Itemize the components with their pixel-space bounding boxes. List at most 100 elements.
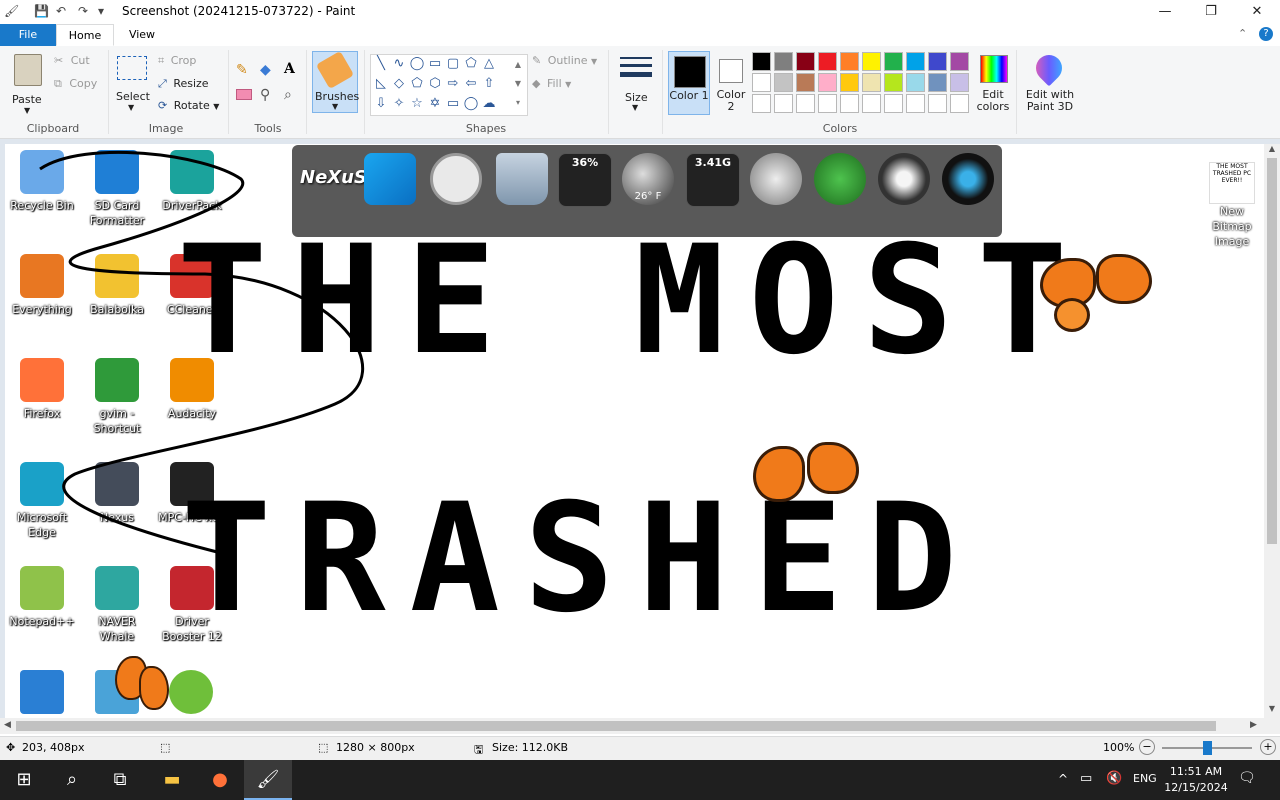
callout-oval-icon[interactable]: ◯ [463, 97, 479, 111]
crop-button[interactable]: ⌗ Crop [158, 54, 196, 68]
palette-color-swatch[interactable] [862, 94, 881, 113]
palette-color-swatch[interactable] [774, 73, 793, 92]
clock[interactable]: 11:51 AM 12/15/2024 [1164, 764, 1228, 796]
redo-icon[interactable]: ↷ [78, 4, 88, 18]
right-arrow-icon[interactable]: ⇨ [445, 77, 461, 91]
tab-file[interactable]: File [0, 24, 56, 46]
six-point-star-icon[interactable]: ✡ [427, 97, 443, 111]
maximize-button[interactable]: ❐ [1188, 0, 1234, 24]
edit-with-paint3d-button[interactable]: Edit with Paint 3D [1022, 49, 1078, 115]
palette-color-swatch[interactable] [862, 52, 881, 71]
palette-color-swatch[interactable] [906, 73, 925, 92]
line-icon[interactable]: ╲ [373, 57, 389, 71]
tab-home[interactable]: Home [56, 24, 114, 46]
help-icon[interactable]: ? [1259, 27, 1273, 41]
palette-color-swatch[interactable] [928, 94, 947, 113]
palette-color-swatch[interactable] [840, 73, 859, 92]
palette-color-swatch[interactable] [906, 52, 925, 71]
scroll-up-icon[interactable]: ▲ [1266, 144, 1278, 153]
collapse-ribbon-icon[interactable]: ⌃ [1238, 27, 1247, 40]
rotate-button[interactable]: ⟳ Rotate ▼ [158, 99, 219, 112]
cpu-meter[interactable]: 36% [558, 153, 612, 207]
palette-color-swatch[interactable] [752, 73, 771, 92]
palette-color-swatch[interactable] [752, 52, 771, 71]
select-button[interactable]: Select ▼ [114, 54, 150, 114]
task-view-icon[interactable]: ⧉ [96, 760, 144, 800]
palette-color-swatch[interactable] [752, 94, 771, 113]
oval-icon[interactable]: ◯ [409, 57, 425, 71]
down-arrow-icon[interactable]: ⇩ [373, 97, 389, 111]
callout-rectangle-icon[interactable]: ▭ [445, 97, 461, 111]
vertical-scrollbar[interactable]: ▲ ▼ [1264, 144, 1280, 718]
volume-muted-icon[interactable]: 🔇 [1106, 771, 1122, 786]
recycle-bin-icon[interactable] [496, 153, 548, 205]
fill-button[interactable]: ◆ Fill ▼ [532, 77, 571, 90]
palette-color-swatch[interactable] [796, 52, 815, 71]
language-indicator[interactable]: ENG [1133, 772, 1157, 785]
palette-color-swatch[interactable] [796, 73, 815, 92]
triangle-icon[interactable]: △ [481, 57, 497, 71]
brushes-button[interactable]: Brushes ▼ [312, 50, 359, 113]
scroll-down-icon[interactable]: ▼ [1266, 704, 1278, 713]
palette-color-swatch[interactable] [774, 94, 793, 113]
pencil-icon[interactable]: ✎ [236, 62, 248, 78]
horizontal-scroll-thumb[interactable] [16, 721, 1216, 731]
outline-button[interactable]: ✎ Outline ▼ [532, 54, 597, 67]
camera-icon[interactable] [942, 153, 994, 205]
minimize-button[interactable]: — [1142, 0, 1188, 24]
palette-color-swatch[interactable] [818, 52, 837, 71]
palette-color-swatch[interactable] [928, 73, 947, 92]
globe-icon[interactable] [750, 153, 802, 205]
palette-color-swatch[interactable] [906, 94, 925, 113]
rounded-rectangle-icon[interactable]: ▢ [445, 57, 461, 71]
palette-color-swatch[interactable] [884, 52, 903, 71]
clock-icon[interactable] [430, 153, 482, 205]
horizontal-scrollbar[interactable]: ◀ ▶ [0, 718, 1264, 734]
weather-icon[interactable]: 26° F [622, 153, 674, 205]
zoom-out-button[interactable]: − [1139, 739, 1155, 755]
copy-button[interactable]: ⧉ Copy [54, 77, 97, 91]
curve-icon[interactable]: ∿ [391, 57, 407, 71]
close-button[interactable]: ✕ [1234, 0, 1280, 24]
palette-color-swatch[interactable] [840, 52, 859, 71]
hexagon-icon[interactable]: ⬡ [427, 77, 443, 91]
text-icon[interactable]: A [284, 61, 295, 77]
diamond-icon[interactable]: ◇ [391, 77, 407, 91]
customize-icon[interactable]: ▾ [98, 4, 104, 18]
color1-button[interactable]: Color 1 [668, 51, 710, 115]
palette-color-swatch[interactable] [774, 52, 793, 71]
palette-color-swatch[interactable] [818, 94, 837, 113]
size-button[interactable]: Size ▼ [616, 51, 656, 115]
windows-icon[interactable] [364, 153, 416, 205]
paste-button[interactable]: Paste ▼ [8, 50, 48, 116]
start-button[interactable]: ⊞ [0, 760, 48, 800]
color-picker-icon[interactable]: ⚲ [260, 87, 270, 103]
color2-button[interactable]: Color 2 [714, 51, 748, 115]
palette-color-swatch[interactable] [950, 73, 969, 92]
power-icon[interactable] [814, 153, 866, 205]
left-arrow-icon[interactable]: ⇦ [463, 77, 479, 91]
palette-color-swatch[interactable] [840, 94, 859, 113]
palette-color-swatch[interactable] [928, 52, 947, 71]
palette-color-swatch[interactable] [884, 73, 903, 92]
memory-meter[interactable]: 3.41G [686, 153, 740, 207]
tab-view[interactable]: View [114, 24, 170, 46]
shapes-scroll[interactable]: ▲ ▼ ▾ [511, 55, 525, 113]
file-explorer-icon[interactable]: ▬ [148, 760, 196, 800]
edit-colors-button[interactable]: Edit colors [976, 51, 1010, 115]
palette-color-swatch[interactable] [884, 94, 903, 113]
network-icon[interactable]: ▭ [1080, 771, 1092, 786]
five-point-star-icon[interactable]: ☆ [409, 97, 425, 111]
zoom-in-button[interactable]: + [1260, 739, 1276, 755]
show-hidden-icons[interactable]: ^ [1058, 772, 1068, 786]
eraser-icon[interactable] [236, 89, 252, 100]
resize-button[interactable]: ⤢ Resize [158, 77, 209, 91]
zoom-slider-thumb[interactable] [1203, 741, 1212, 755]
palette-color-swatch[interactable] [950, 94, 969, 113]
notifications-icon[interactable]: 🗨 [1238, 770, 1256, 786]
firefox-icon[interactable]: ● [196, 760, 244, 800]
pentagon-icon[interactable]: ⬠ [409, 77, 425, 91]
scroll-right-icon[interactable]: ▶ [1250, 720, 1257, 730]
scroll-left-icon[interactable]: ◀ [4, 720, 11, 730]
cut-button[interactable]: ✂ Cut [54, 54, 90, 67]
